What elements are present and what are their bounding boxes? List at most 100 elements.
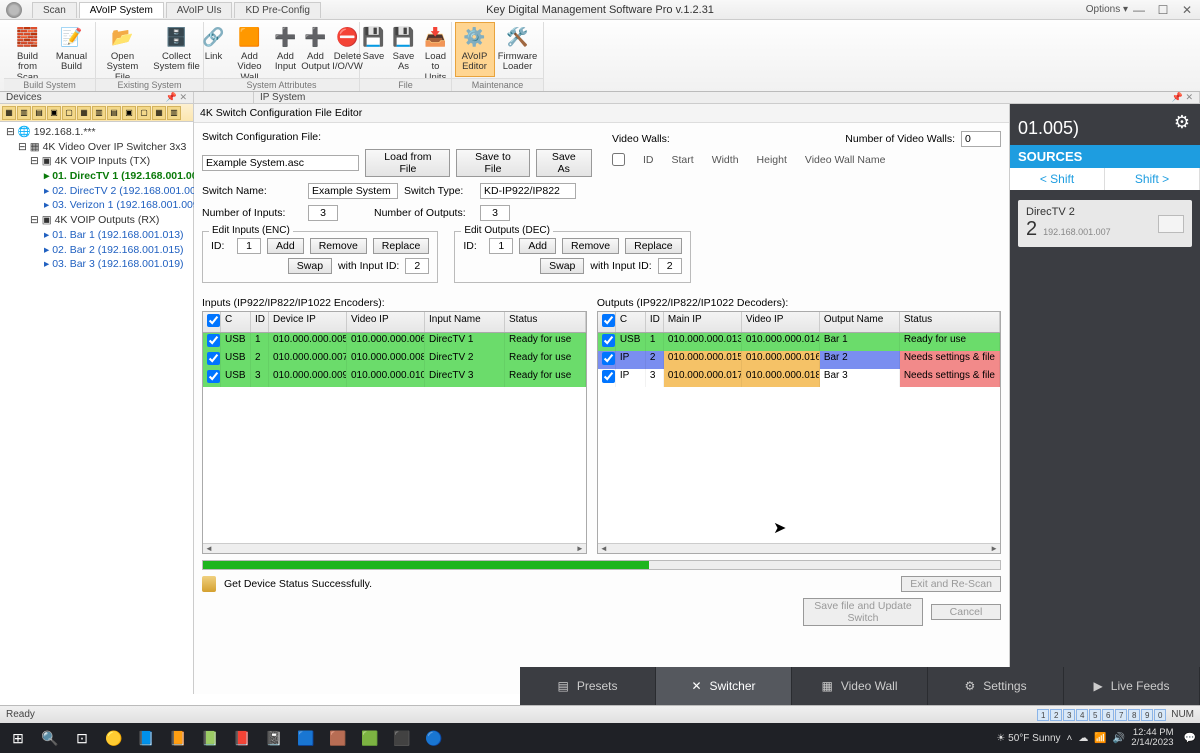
device-tree[interactable]: ⊟ 🌐 192.168.1.*** ⊟ ▦ 4K Video Over IP S… <box>0 122 193 275</box>
num-outputs-input[interactable] <box>480 205 510 221</box>
output-row-3[interactable]: IP3 010.000.000.017010.000.000.018 Bar 3… <box>598 369 1000 387</box>
save-update-button[interactable]: Save file and Update Switch <box>803 598 923 626</box>
window-maximize[interactable]: ☐ <box>1154 3 1172 17</box>
shift-right-button[interactable]: Shift > <box>1105 168 1200 190</box>
output-add-button[interactable]: Add <box>519 238 556 254</box>
scf-input[interactable] <box>202 155 359 171</box>
outputs-grid[interactable]: C ID Main IP Video IP Output Name Status… <box>597 311 1001 554</box>
num-inputs-input[interactable] <box>308 205 338 221</box>
app-icon-6[interactable]: 🟦 <box>292 726 320 750</box>
group-build-label: Build System <box>4 78 95 91</box>
output-remove-button[interactable]: Remove <box>562 238 619 254</box>
tree-outputs-group[interactable]: ⊟ ▣ 4K VOIP Outputs (RX) <box>2 213 191 228</box>
input-id-field[interactable] <box>237 238 261 254</box>
shift-left-button[interactable]: < Shift <box>1010 168 1105 190</box>
save-to-file-button[interactable]: Save to File <box>456 149 529 177</box>
source-card[interactable]: DirecTV 2 2 192.168.001.007 <box>1018 200 1192 247</box>
tray-wifi-icon[interactable]: 📶 <box>1094 733 1106 744</box>
options-menu[interactable]: Options ▾ <box>1086 4 1128 15</box>
inputs-chk-all[interactable] <box>207 314 220 327</box>
collect-icon: 🗄️ <box>165 26 189 50</box>
output-replace-button[interactable]: Replace <box>625 238 682 254</box>
ribbon: 🧱Build from Scan 📝Manual Build Build Sys… <box>0 20 1200 92</box>
nav-switcher[interactable]: ✕Switcher <box>656 667 792 705</box>
tab-avoip-system[interactable]: AVoIP System <box>79 2 164 18</box>
switch-type-input[interactable] <box>480 183 576 199</box>
inputs-grid[interactable]: C ID Device IP Video IP Input Name Statu… <box>202 311 587 554</box>
start-button[interactable]: ⊞ <box>4 726 32 750</box>
nav-livefeeds[interactable]: ▶Live Feeds <box>1064 667 1200 705</box>
tree-input-3[interactable]: ▸ 03. Verizon 1 (192.168.001.009) <box>2 198 191 213</box>
output-id-field[interactable] <box>489 238 513 254</box>
add-input-icon: ➕ <box>274 26 298 50</box>
tree-output-3[interactable]: ▸ 03. Bar 3 (192.168.001.019) <box>2 257 191 272</box>
input-row-3[interactable]: USB3 010.000.000.009010.000.000.010 Dire… <box>203 369 586 387</box>
app-icon-9[interactable]: ⬛ <box>388 726 416 750</box>
cancel-button[interactable]: Cancel <box>931 604 1001 620</box>
nav-presets[interactable]: ▤Presets <box>520 667 656 705</box>
input-add-button[interactable]: Add <box>267 238 304 254</box>
tree-output-2[interactable]: ▸ 02. Bar 2 (192.168.001.015) <box>2 243 191 258</box>
gear-icon[interactable]: ⚙ <box>1174 112 1190 133</box>
app-icon-8[interactable]: 🟩 <box>356 726 384 750</box>
search-button[interactable]: 🔍 <box>36 726 64 750</box>
exit-rescan-button[interactable]: Exit and Re-Scan <box>901 576 1001 592</box>
inputs-scroll[interactable] <box>203 543 586 553</box>
app-icon-5[interactable]: 📓 <box>260 726 288 750</box>
save-as-file-button[interactable]: Save As <box>536 149 592 177</box>
tree-root[interactable]: ⊟ 🌐 192.168.1.*** <box>2 125 191 140</box>
tree-input-2[interactable]: ▸ 02. DirecTV 2 (192.168.001.007) <box>2 184 191 199</box>
app-icon-7[interactable]: 🟫 <box>324 726 352 750</box>
tray-cloud-icon[interactable]: ☁ <box>1078 733 1088 744</box>
tree-inputs-group[interactable]: ⊟ ▣ 4K VOIP Inputs (TX) <box>2 154 191 169</box>
vw-chk-all[interactable] <box>612 153 625 166</box>
tab-scan[interactable]: Scan <box>32 2 77 18</box>
nav-videowall[interactable]: ▦Video Wall <box>792 667 928 705</box>
switch-name-input[interactable] <box>308 183 398 199</box>
devices-panel-tab[interactable]: Devices📌 ✕ <box>0 92 194 103</box>
tray-volume-icon[interactable]: 🔊 <box>1113 733 1125 744</box>
input-row-2[interactable]: USB2 010.000.000.007010.000.000.008 Dire… <box>203 351 586 369</box>
notifications-icon[interactable]: 💬 <box>1184 733 1196 744</box>
mini-buttons[interactable]: 1234567890 <box>1037 709 1167 721</box>
app-icon-3[interactable]: 📗 <box>196 726 224 750</box>
firmware-loader-button[interactable]: 🛠️Firmware Loader <box>495 22 541 77</box>
progress-bar <box>202 560 1001 570</box>
weather-widget[interactable]: ☀ 50°F Sunny <box>996 733 1060 744</box>
tree-output-1[interactable]: ▸ 01. Bar 1 (192.168.001.013) <box>2 228 191 243</box>
app-icon-4[interactable]: 📕 <box>228 726 256 750</box>
taskview-button[interactable]: ⊡ <box>68 726 96 750</box>
delete-icon: ⛔ <box>336 26 360 50</box>
output-row-1[interactable]: USB1 010.000.000.013010.000.000.014 Bar … <box>598 333 1000 351</box>
tray-chevron-icon[interactable]: ˄ <box>1067 733 1073 744</box>
tab-avoip-uis[interactable]: AVoIP UIs <box>166 2 233 18</box>
link-icon: 🔗 <box>202 26 226 50</box>
window-close[interactable]: ✕ <box>1178 3 1196 17</box>
output-swap-id-field[interactable] <box>658 258 682 274</box>
app-icon-10[interactable]: 🔵 <box>420 726 448 750</box>
outputs-chk-all[interactable] <box>602 314 615 327</box>
input-swap-id-field[interactable] <box>405 258 429 274</box>
nav-settings[interactable]: ⚙Settings <box>928 667 1064 705</box>
clock[interactable]: 12:44 PM 2/14/2023 <box>1131 728 1177 749</box>
app-icon-1[interactable]: 📘 <box>132 726 160 750</box>
window-minimize[interactable]: — <box>1130 3 1148 17</box>
avoip-editor-button[interactable]: ⚙️AVoIP Editor <box>455 22 495 77</box>
load-from-file-button[interactable]: Load from File <box>365 149 450 177</box>
chrome-icon[interactable]: 🟡 <box>100 726 128 750</box>
num-video-walls-input[interactable] <box>961 131 1001 147</box>
output-swap-button[interactable]: Swap <box>540 258 584 274</box>
output-row-2[interactable]: IP2 010.000.000.015010.000.000.016 Bar 2… <box>598 351 1000 369</box>
app-icon-2[interactable]: 📙 <box>164 726 192 750</box>
devices-toolbar[interactable]: ▦▥▤▣▢▦▥▤▣▢▦▥ <box>0 104 193 122</box>
tab-kd-preconfig[interactable]: KD Pre-Config <box>234 2 320 18</box>
input-replace-button[interactable]: Replace <box>373 238 430 254</box>
ip-system-panel-tab[interactable]: IP System📌 ✕ <box>254 92 1200 103</box>
outputs-scroll[interactable] <box>598 543 1000 553</box>
tree-input-1[interactable]: ▸ 01. DirecTV 1 (192.168.001.005) <box>2 169 191 184</box>
input-row-1[interactable]: USB1 010.000.000.005010.000.000.006 Dire… <box>203 333 586 351</box>
input-swap-button[interactable]: Swap <box>288 258 332 274</box>
input-remove-button[interactable]: Remove <box>310 238 367 254</box>
tree-switcher[interactable]: ⊟ ▦ 4K Video Over IP Switcher 3x3 <box>2 140 191 155</box>
firmware-icon: 🛠️ <box>506 26 530 50</box>
